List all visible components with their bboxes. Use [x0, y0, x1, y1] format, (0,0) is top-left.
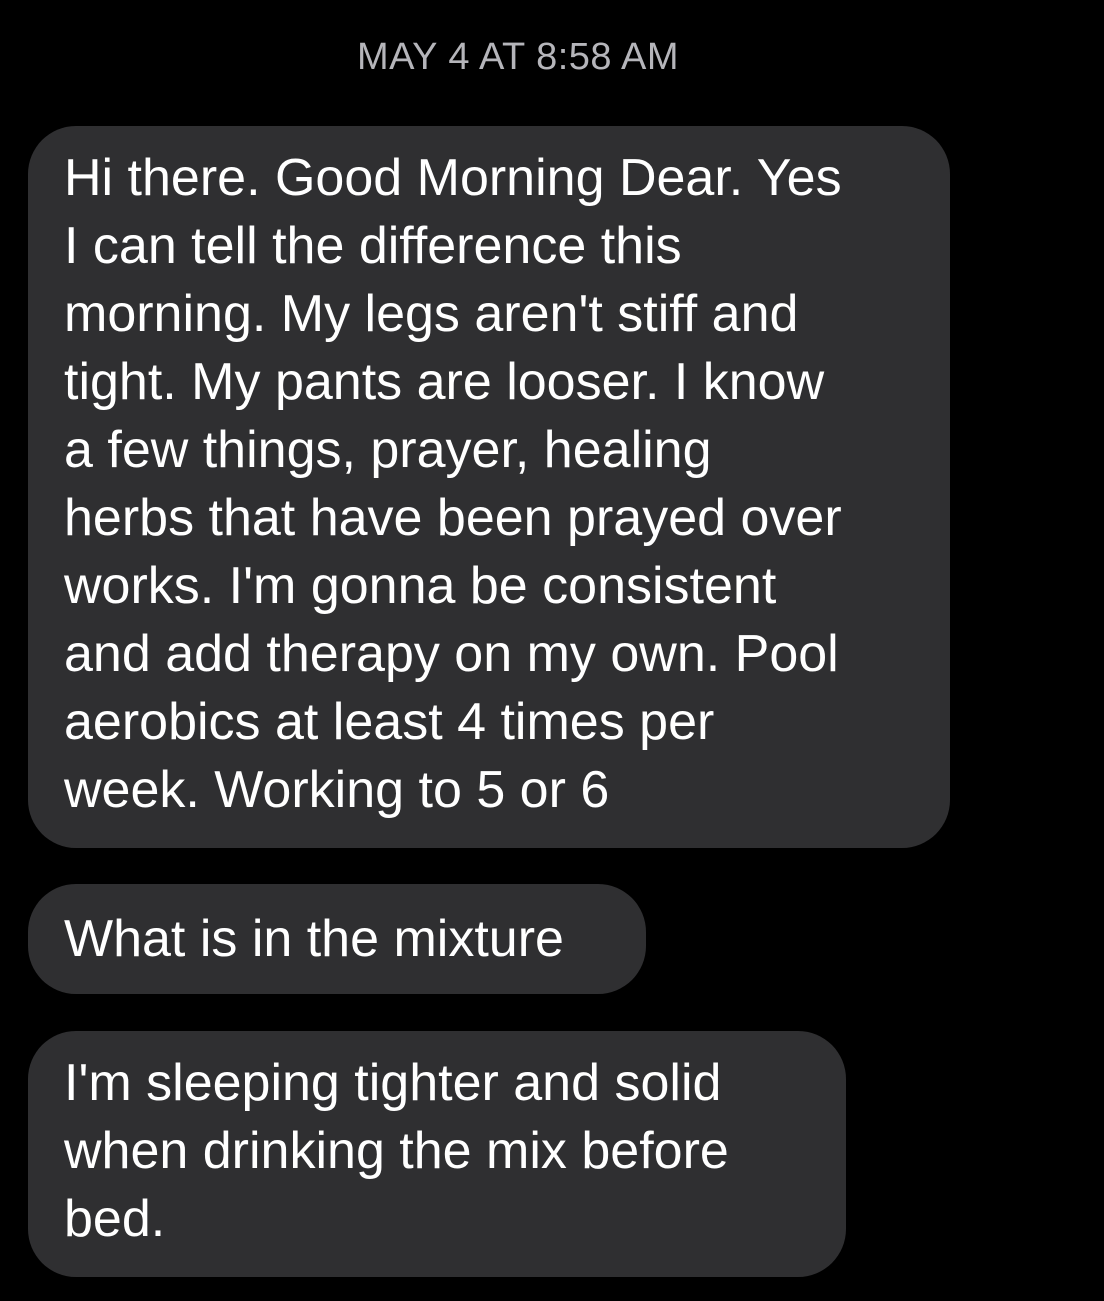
message-bubble[interactable]: What is in the mixture — [28, 884, 646, 994]
message-bubble[interactable]: I'm sleeping tighter and solid when drin… — [28, 1031, 846, 1277]
message-timestamp: MAY 4 AT 8:58 AM — [356, 36, 680, 78]
message-text: Hi there. Good Morning Dear. Yes I can t… — [64, 149, 842, 819]
message-thread: MAY 4 AT 8:58 AM Hi there. Good Morning … — [0, 0, 1104, 1301]
message-text: I'm sleeping tighter and solid when drin… — [64, 1054, 729, 1248]
message-bubble[interactable]: Hi there. Good Morning Dear. Yes I can t… — [28, 126, 950, 848]
message-text: What is in the mixture — [64, 910, 564, 968]
